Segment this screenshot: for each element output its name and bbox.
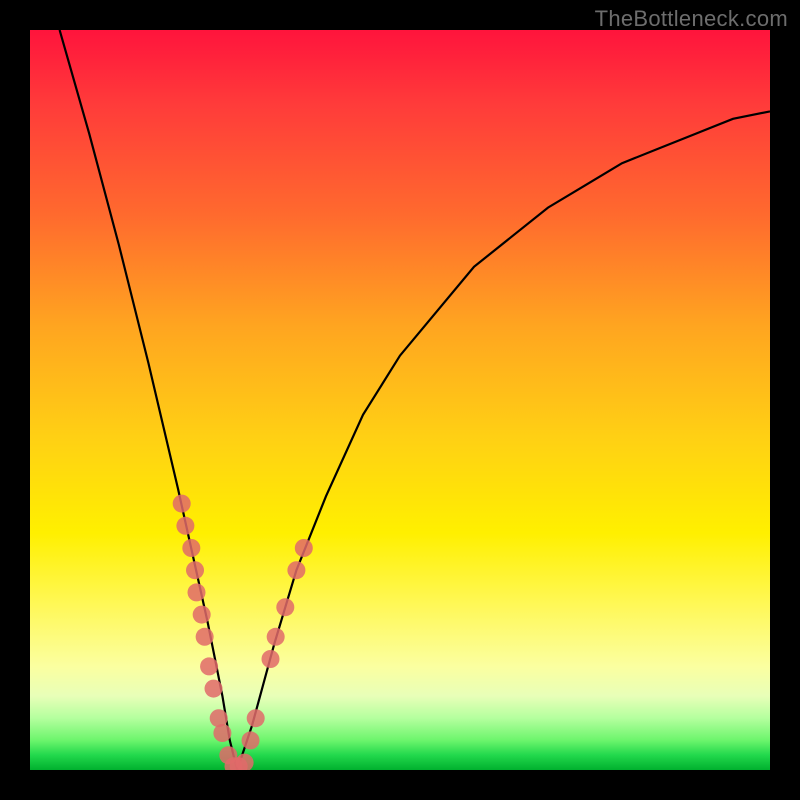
- plot-area: [30, 30, 770, 770]
- marker-dot: [242, 731, 260, 749]
- watermark-text: TheBottleneck.com: [595, 6, 788, 32]
- marker-dot: [188, 583, 206, 601]
- bottleneck-curve: [60, 30, 770, 770]
- marker-dot: [182, 539, 200, 557]
- marker-dot: [267, 628, 285, 646]
- marker-dot: [173, 495, 191, 513]
- marker-dot: [193, 606, 211, 624]
- marker-dot: [176, 517, 194, 535]
- marker-dot: [276, 598, 294, 616]
- marker-dot: [205, 680, 223, 698]
- marker-dot: [213, 724, 231, 742]
- curve-svg: [30, 30, 770, 770]
- chart-frame: TheBottleneck.com: [0, 0, 800, 800]
- marker-dot: [295, 539, 313, 557]
- marker-dot: [247, 709, 265, 727]
- marker-dot: [196, 628, 214, 646]
- marker-dot: [236, 754, 254, 770]
- marker-dot: [287, 561, 305, 579]
- marker-dot: [200, 657, 218, 675]
- marker-dot: [186, 561, 204, 579]
- highlighted-points: [173, 495, 313, 770]
- marker-dot: [262, 650, 280, 668]
